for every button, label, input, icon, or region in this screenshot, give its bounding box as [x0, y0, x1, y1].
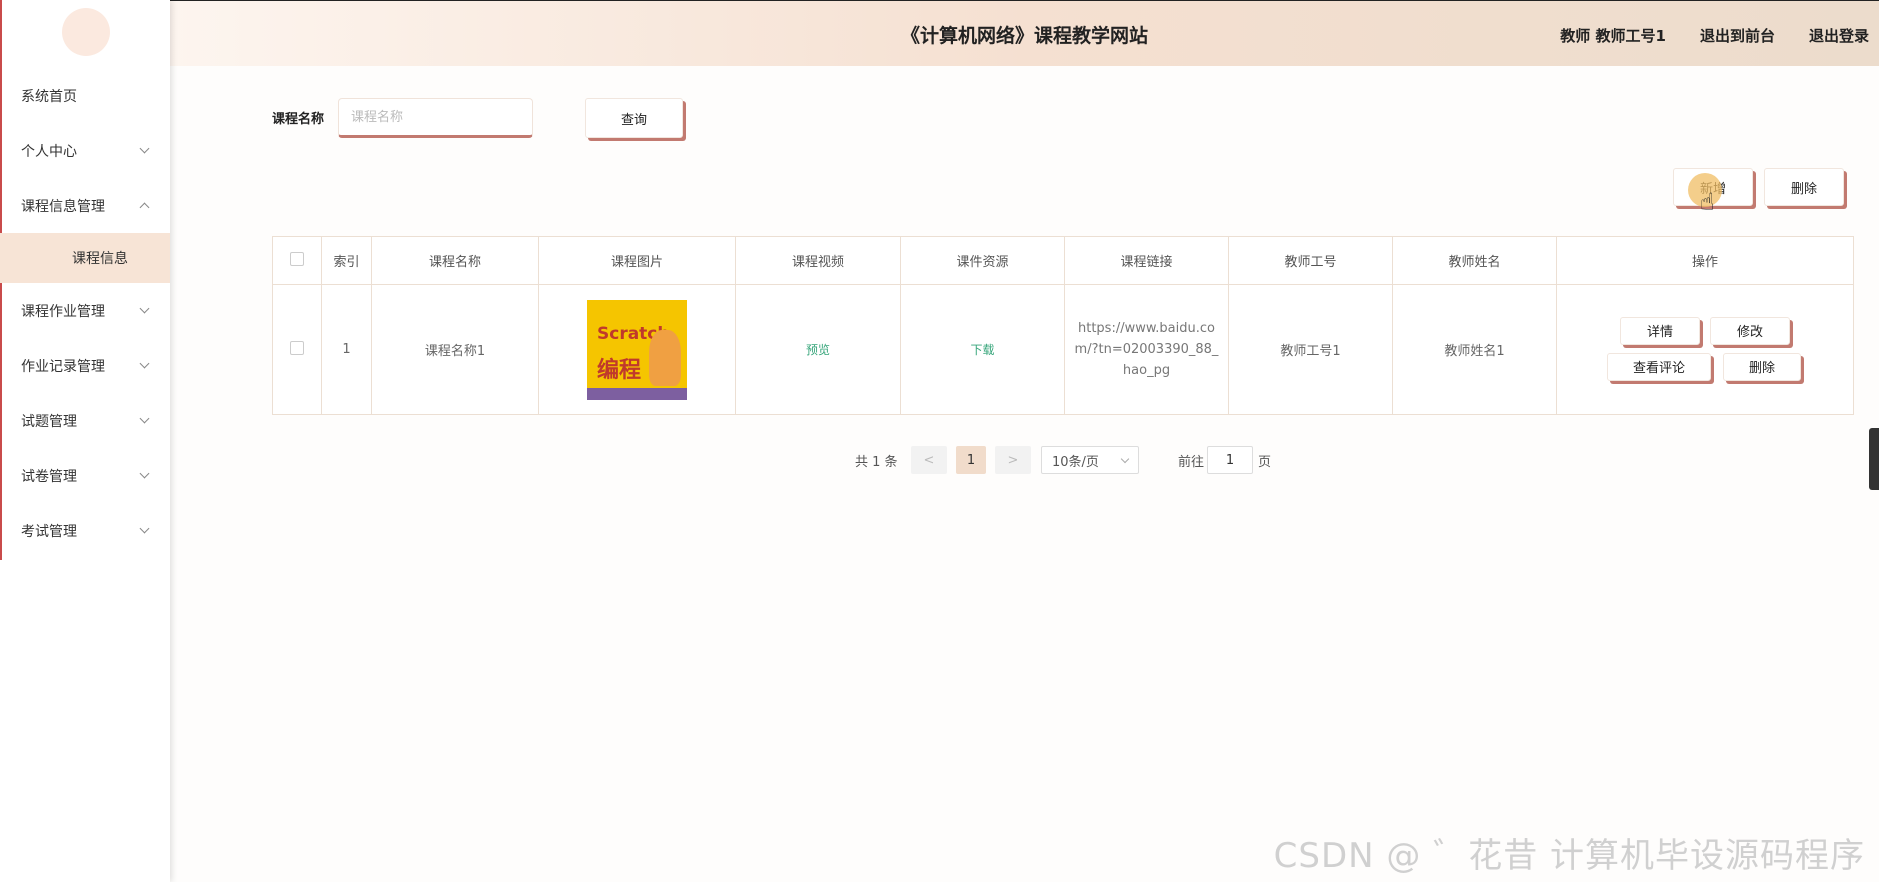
image-bottom-bar	[587, 387, 687, 400]
row-actions: 详情 修改 查看评论 删除	[1605, 310, 1805, 390]
column-header: 课程名称	[371, 236, 539, 285]
sidebar-item-course-info-management[interactable]: 课程信息管理	[0, 178, 170, 233]
sidebar-item-homework-record-management[interactable]: 作业记录管理	[0, 338, 170, 393]
pagination-next-button[interactable]: >	[995, 446, 1031, 474]
top-header: 《计算机网络》课程教学网站 教师 教师工号1 退出到前台 退出登录	[170, 0, 1879, 66]
teacher-id-cell: 教师工号1	[1228, 284, 1393, 415]
search-label: 课程名称	[272, 112, 325, 127]
page-scrollbar[interactable]	[1869, 428, 1879, 490]
table-header-row: 索引 课程名称 课程图片 课程视频 课件资源 课程链接 教师工号 教师姓名 操作	[272, 236, 1854, 285]
course-name-search-input[interactable]	[338, 98, 533, 138]
course-table: 索引 课程名称 课程图片 课程视频 课件资源 课程链接 教师工号 教师姓名 操作…	[272, 236, 1854, 415]
row-select-cell	[272, 284, 322, 415]
goto-label: 前往	[1178, 455, 1205, 470]
page-size-value: 10条/页	[1052, 454, 1099, 470]
chevron-down-icon	[139, 358, 150, 369]
sidebar: 系统首页 个人中心 课程信息管理 课程信息 课程作业管理 作业记录管理 试题管理…	[0, 0, 170, 882]
edit-button[interactable]: 修改	[1710, 316, 1790, 345]
course-image-cell: Scratch 编程	[538, 284, 736, 415]
page-size-select[interactable]: 10条/页	[1041, 446, 1139, 474]
pagination-current-page[interactable]: 1	[956, 446, 986, 474]
teacher-name-cell: 教师姓名1	[1392, 284, 1557, 415]
sidebar-item-label: 试题管理	[21, 413, 77, 430]
sidebar-item-exam-management[interactable]: 考试管理	[0, 503, 170, 558]
column-header: 课程链接	[1064, 236, 1229, 285]
sidebar-item-label: 考试管理	[21, 523, 77, 540]
sidebar-item-label: 系统首页	[21, 88, 77, 105]
watermark: CSDN @ ゛花昔 计算机毕设源码程序	[1273, 836, 1865, 876]
column-header: 课件资源	[900, 236, 1065, 285]
column-header: 课程图片	[538, 236, 736, 285]
course-video-cell: 预览	[735, 284, 901, 415]
course-link-text: https://www.baidu.com/?tn=02003390_88_ha…	[1074, 321, 1219, 378]
column-header: 教师姓名	[1392, 236, 1557, 285]
batch-delete-button[interactable]: 删除	[1764, 168, 1844, 206]
scratch-cat-graphic	[649, 329, 681, 386]
column-header: 操作	[1556, 236, 1854, 285]
sidebar-item-homework-management[interactable]: 课程作业管理	[0, 283, 170, 338]
chevron-down-icon	[1120, 454, 1130, 463]
pagination-prev-button[interactable]: <	[911, 446, 947, 474]
row-index: 1	[321, 284, 372, 415]
course-image-text: 编程	[597, 357, 642, 383]
column-header: 索引	[321, 236, 372, 285]
chevron-up-icon	[139, 202, 150, 213]
sidebar-item-label: 个人中心	[21, 143, 77, 160]
detail-button[interactable]: 详情	[1620, 316, 1700, 345]
select-all-cell	[272, 236, 322, 285]
video-preview-link[interactable]: 预览	[806, 343, 830, 357]
header-user-area: 教师 教师工号1 退出到前台 退出登录	[1560, 25, 1869, 46]
column-header: 教师工号	[1228, 236, 1393, 285]
course-name-cell: 课程名称1	[371, 284, 539, 415]
view-comments-button[interactable]: 查看评论	[1607, 352, 1711, 381]
back-to-front-link[interactable]: 退出到前台	[1700, 25, 1775, 46]
sidebar-item-home[interactable]: 系统首页	[0, 68, 170, 123]
course-link-cell: https://www.baidu.com/?tn=02003390_88_ha…	[1064, 284, 1229, 415]
courseware-download-link[interactable]: 下载	[970, 343, 994, 357]
select-all-checkbox[interactable]	[290, 251, 304, 266]
sidebar-item-label: 课程作业管理	[21, 303, 105, 320]
hand-pointer-icon: ☝	[1700, 188, 1715, 216]
goto-suffix: 页	[1258, 455, 1272, 470]
avatar[interactable]	[62, 8, 110, 56]
sidebar-item-label: 作业记录管理	[21, 358, 105, 375]
sidebar-item-personal-center[interactable]: 个人中心	[0, 123, 170, 178]
sidebar-menu: 系统首页 个人中心 课程信息管理 课程信息 课程作业管理 作业记录管理 试题管理…	[0, 68, 170, 558]
operations-cell: 详情 修改 查看评论 删除	[1556, 284, 1854, 415]
course-image[interactable]: Scratch 编程	[587, 299, 687, 400]
sidebar-item-question-management[interactable]: 试题管理	[0, 393, 170, 448]
sidebar-item-paper-management[interactable]: 试卷管理	[0, 448, 170, 503]
chevron-down-icon	[139, 143, 150, 154]
chevron-down-icon	[139, 413, 150, 424]
row-delete-button[interactable]: 删除	[1723, 352, 1801, 381]
courseware-cell: 下载	[900, 284, 1065, 415]
logout-link[interactable]: 退出登录	[1809, 25, 1869, 46]
pagination-total: 共 1 条	[855, 455, 898, 470]
sidebar-item-label: 课程信息管理	[21, 198, 105, 215]
table-row: 1 课程名称1 Scratch 编程 预览 下载 https://www.bai…	[272, 284, 1854, 415]
sidebar-subitem-label: 课程信息	[72, 251, 128, 267]
chevron-down-icon	[139, 523, 150, 534]
chevron-down-icon	[139, 303, 150, 314]
search-button[interactable]: 查询	[585, 98, 683, 138]
chevron-down-icon	[139, 468, 150, 479]
column-header: 课程视频	[735, 236, 901, 285]
goto-page-input[interactable]: 1	[1207, 446, 1253, 474]
sidebar-item-label: 试卷管理	[21, 468, 77, 485]
row-checkbox[interactable]	[290, 340, 304, 355]
current-user-label: 教师 教师工号1	[1560, 27, 1666, 45]
sidebar-subitem-course-info[interactable]: 课程信息	[0, 233, 170, 283]
